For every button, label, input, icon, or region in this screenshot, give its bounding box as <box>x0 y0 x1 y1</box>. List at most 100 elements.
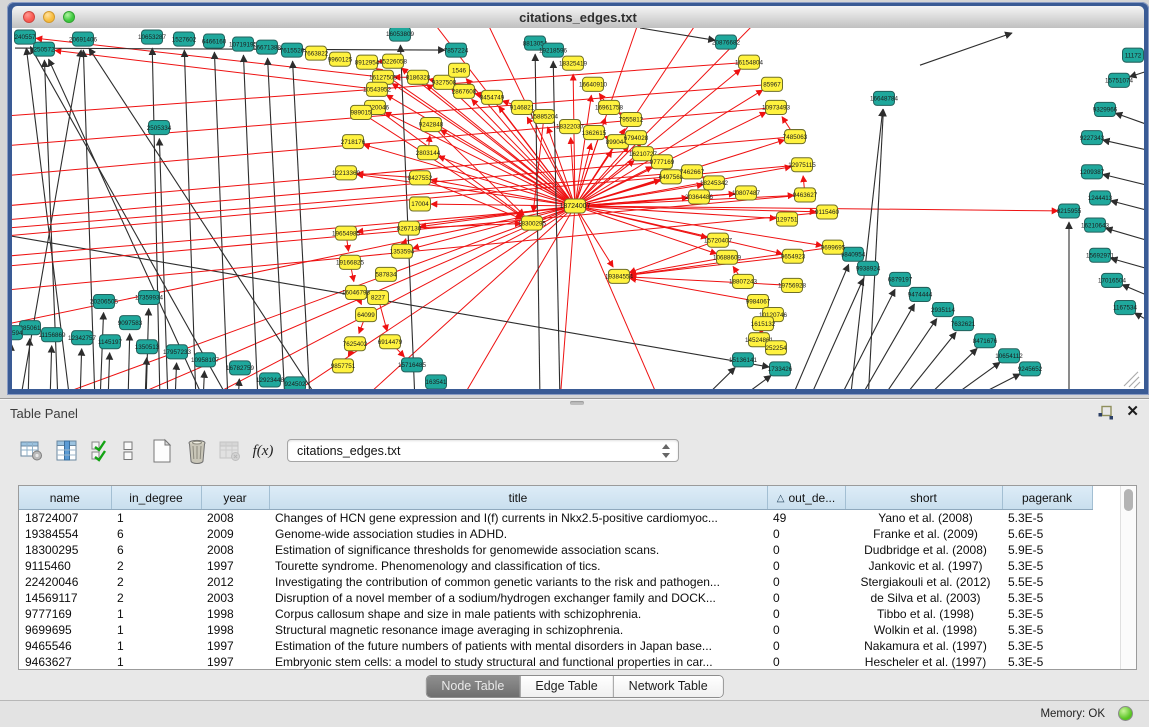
network-node[interactable]: 9463627 <box>793 188 818 202</box>
network-node[interactable]: 1209387 <box>1080 165 1105 179</box>
network-node[interactable]: 9699695 <box>821 240 846 254</box>
network-node[interactable]: 64099 <box>356 308 377 322</box>
network-node[interactable]: 10688609 <box>713 250 741 264</box>
network-node[interactable]: 1145197 <box>98 335 122 349</box>
network-node[interactable]: 15751074 <box>1105 73 1133 87</box>
network-node[interactable]: 16210643 <box>1081 218 1109 232</box>
network-node[interactable]: 19166825 <box>336 255 364 269</box>
network-node[interactable]: 2935114 <box>931 303 955 317</box>
select-columns-icon[interactable] <box>87 437 115 465</box>
tab-network-table[interactable]: Network Table <box>613 676 723 697</box>
network-node[interactable]: 15716485 <box>398 358 426 372</box>
column-header-in_degree[interactable]: in_degree <box>111 486 201 510</box>
network-node[interactable]: 7615526 <box>280 43 305 57</box>
column-header-pagerank[interactable]: pagerank <box>1002 486 1092 510</box>
network-node[interactable]: 15136141 <box>729 353 757 367</box>
network-node[interactable]: 17359934 <box>135 290 163 304</box>
network-node[interactable]: 18322037 <box>556 120 584 134</box>
network-node[interactable]: 18300295 <box>518 216 546 230</box>
network-node[interactable]: 18807243 <box>729 274 757 288</box>
network-node[interactable]: 9938924 <box>856 261 881 275</box>
window-titlebar[interactable]: citations_edges.txt <box>12 6 1144 29</box>
network-node[interactable]: 17016504 <box>1098 273 1126 287</box>
network-node[interactable]: 10653287 <box>138 30 166 44</box>
network-node[interactable]: 7955812 <box>619 112 644 126</box>
network-node[interactable]: 391594 <box>12 326 23 340</box>
network-node[interactable]: 1527602 <box>172 32 197 46</box>
network-node[interactable]: 6879197 <box>888 272 913 286</box>
network-node[interactable]: 16671388 <box>253 40 281 54</box>
table-row[interactable]: 946554611997Estimation of the future num… <box>19 638 1092 654</box>
column-header-short[interactable]: short <box>845 486 1002 510</box>
table-row[interactable]: 977716911998Corpus callosum shape and si… <box>19 606 1092 622</box>
column-chooser-icon[interactable] <box>53 437 81 465</box>
network-node[interactable]: 8215955 <box>1057 204 1082 218</box>
network-node[interactable]: 8227 <box>368 290 389 304</box>
scrollbar-thumb[interactable] <box>1124 489 1133 511</box>
column-header-name[interactable]: name <box>19 486 111 510</box>
network-node[interactable]: 1546 <box>449 63 470 77</box>
network-node[interactable]: 17004 <box>410 197 431 211</box>
network-node[interactable]: 19384554 <box>605 269 633 283</box>
network-node[interactable]: 989015 <box>351 105 372 119</box>
network-canvas[interactable]: 2405572505722069140610653287152760264661… <box>12 28 1144 389</box>
network-node[interactable]: 16961758 <box>595 100 623 114</box>
float-panel-icon[interactable] <box>1097 405 1115 421</box>
network-node[interactable]: 8186328 <box>406 70 431 84</box>
network-node[interactable]: 9097583 <box>118 316 143 330</box>
network-node[interactable]: 7632621 <box>951 317 976 331</box>
network-node[interactable]: 7462667 <box>680 165 705 179</box>
network-node[interactable]: 9654923 <box>781 249 806 263</box>
network-node[interactable]: 19654985 <box>332 226 360 240</box>
column-header-year[interactable]: year <box>201 486 269 510</box>
network-node[interactable]: 8454749 <box>480 90 505 104</box>
table-row[interactable]: 946362711997Embryonic stem cells: a mode… <box>19 654 1092 670</box>
network-node[interactable]: 15692971 <box>1086 248 1114 262</box>
network-node[interactable]: 9960125 <box>328 52 353 66</box>
network-node[interactable]: 129751 <box>777 212 798 226</box>
network-node[interactable]: 10654112 <box>995 349 1023 363</box>
network-node[interactable]: 15885204 <box>530 109 558 123</box>
network-node[interactable]: 2803144 <box>416 146 441 160</box>
network-node[interactable]: 1167534 <box>1113 301 1137 315</box>
network-node[interactable]: 8427552 <box>408 171 433 185</box>
network-node[interactable]: 7857224 <box>444 43 469 57</box>
network-node[interactable]: 9474444 <box>908 287 933 301</box>
table-row[interactable]: 1456911722003Disruption of a novel membe… <box>19 590 1092 606</box>
network-node[interactable]: 2505334 <box>147 121 172 135</box>
create-table-icon[interactable] <box>148 437 176 465</box>
network-node[interactable]: 1733426 <box>768 362 793 376</box>
column-header-out_de[interactable]: △out_de... <box>767 486 845 510</box>
table-row[interactable]: 1830029562008Estimation of significance … <box>19 542 1092 558</box>
network-node[interactable]: 16053809 <box>386 28 414 41</box>
row-options-icon[interactable] <box>118 437 138 465</box>
table-row[interactable]: 1938455462009Genome-wide association stu… <box>19 526 1092 542</box>
network-node[interactable]: 20876682 <box>712 35 740 49</box>
network-node[interactable]: 19756928 <box>778 278 806 292</box>
network-node[interactable]: 12342757 <box>68 331 96 345</box>
network-node[interactable]: 240557 <box>15 30 36 44</box>
network-node[interactable]: 19218596 <box>539 43 567 57</box>
tab-node-table[interactable]: Node Table <box>426 676 519 697</box>
network-node[interactable]: 12975115 <box>788 158 816 172</box>
network-node[interactable]: 2718176 <box>341 135 366 149</box>
network-node[interactable]: 2867608 <box>452 84 477 98</box>
table-row[interactable]: 911546021997Tourette syndrome. Phenomeno… <box>19 558 1092 574</box>
network-node[interactable]: 9857751 <box>331 359 356 373</box>
network-node[interactable]: 16648784 <box>870 91 898 105</box>
network-node[interactable]: 10973493 <box>762 100 790 114</box>
network-node[interactable]: 587834 <box>376 267 397 281</box>
network-node[interactable]: 6914479 <box>378 335 403 349</box>
network-node[interactable]: 9984067 <box>746 294 771 308</box>
network-node[interactable]: 9227343 <box>1080 131 1105 145</box>
close-panel-icon[interactable]: ✕ <box>1126 403 1139 421</box>
network-table-selector[interactable]: citations_edges.txt <box>287 439 679 462</box>
table-settings-icon[interactable] <box>18 437 46 465</box>
table-row[interactable]: 2242004622012Investigating the contribut… <box>19 574 1092 590</box>
network-node[interactable]: 9242848 <box>419 117 444 131</box>
panel-resize-grip[interactable] <box>570 401 584 405</box>
network-node[interactable]: 8912954 <box>355 55 380 69</box>
network-node[interactable]: 17957233 <box>163 345 191 359</box>
network-node[interactable]: 7485063 <box>783 130 808 144</box>
network-node[interactable]: 8267130 <box>397 221 422 235</box>
